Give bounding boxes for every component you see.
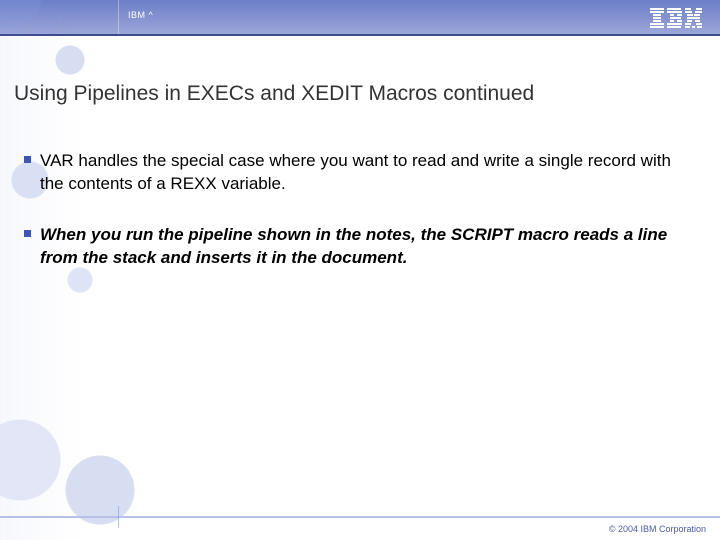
ibm-logo-icon [650,8,702,28]
header-banner: IBM ^ [0,0,720,36]
header-brand-text: IBM ^ [128,10,153,20]
copyright-text: © 2004 IBM Corporation [609,524,706,534]
header-divider [118,0,119,36]
bullet-text: When you run the pipeline shown in the n… [40,225,667,267]
footer-divider [0,516,720,518]
footer-vertical-rule [118,506,119,528]
slide-title: Using Pipelines in EXECs and XEDIT Macro… [14,82,534,106]
bullet-item: VAR handles the special case where you w… [24,150,684,196]
slide-body: VAR handles the special case where you w… [24,150,684,298]
slide: IBM ^ [0,0,720,540]
bullet-text: VAR handles the special case where you w… [40,151,671,193]
bullet-item: When you run the pipeline shown in the n… [24,224,684,270]
